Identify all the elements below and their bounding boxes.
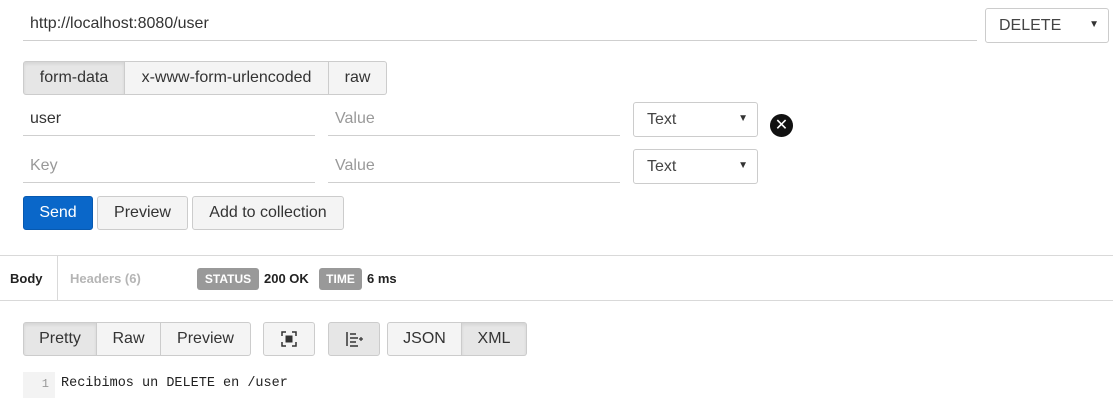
tab-json[interactable]: JSON <box>387 322 462 356</box>
tab-response-body[interactable]: Body <box>10 271 43 286</box>
method-select[interactable]: DELETE ▼ <box>985 8 1109 43</box>
param-type-select[interactable]: Text ▼ <box>633 149 758 184</box>
tab-xml[interactable]: XML <box>462 322 527 356</box>
response-code-area[interactable]: 1 Recibimos un DELETE en /user <box>23 372 1113 398</box>
param-key-input[interactable] <box>23 102 315 136</box>
status-value: 200 OK <box>264 271 309 286</box>
param-type-value: Text <box>647 110 677 128</box>
send-button[interactable]: Send <box>23 196 93 230</box>
param-value-input[interactable] <box>328 149 620 183</box>
preview-button[interactable]: Preview <box>97 196 188 230</box>
wrap-lines-button[interactable] <box>328 322 380 356</box>
wrap-lines-icon <box>346 332 363 347</box>
chevron-down-icon: ▼ <box>738 160 748 171</box>
chevron-down-icon: ▼ <box>1089 19 1099 30</box>
code-line: Recibimos un DELETE en /user <box>61 376 288 391</box>
fullscreen-icon <box>281 331 297 347</box>
tab-form-data[interactable]: form-data <box>23 61 125 95</box>
fullscreen-button[interactable] <box>263 322 315 356</box>
format-tabs: JSON XML <box>387 322 527 356</box>
divider <box>0 300 1113 301</box>
view-mode-tabs: Pretty Raw Preview <box>23 322 251 356</box>
tab-x-www-form-urlencoded[interactable]: x-www-form-urlencoded <box>125 61 329 95</box>
tab-pretty[interactable]: Pretty <box>23 322 97 356</box>
time-value: 6 ms <box>367 271 397 286</box>
close-circle-icon[interactable]: ✕ <box>770 114 793 137</box>
tab-raw-view[interactable]: Raw <box>97 322 161 356</box>
add-to-collection-button[interactable]: Add to collection <box>192 196 344 230</box>
param-type-select[interactable]: Text ▼ <box>633 102 758 137</box>
tab-preview-view[interactable]: Preview <box>161 322 251 356</box>
param-value-input[interactable] <box>328 102 620 136</box>
status-badge: STATUS <box>197 268 259 290</box>
line-number: 1 <box>23 372 55 398</box>
divider <box>0 255 1113 256</box>
param-key-input[interactable] <box>23 149 315 183</box>
tab-response-headers[interactable]: Headers (6) <box>70 271 141 286</box>
param-type-value: Text <box>647 157 677 175</box>
chevron-down-icon: ▼ <box>738 113 748 124</box>
method-value: DELETE <box>999 16 1062 34</box>
time-badge: TIME <box>319 268 362 290</box>
tab-separator <box>57 256 58 300</box>
body-type-tabs: form-data x-www-form-urlencoded raw <box>23 61 387 95</box>
tab-raw[interactable]: raw <box>329 61 387 95</box>
url-input[interactable] <box>23 8 977 41</box>
